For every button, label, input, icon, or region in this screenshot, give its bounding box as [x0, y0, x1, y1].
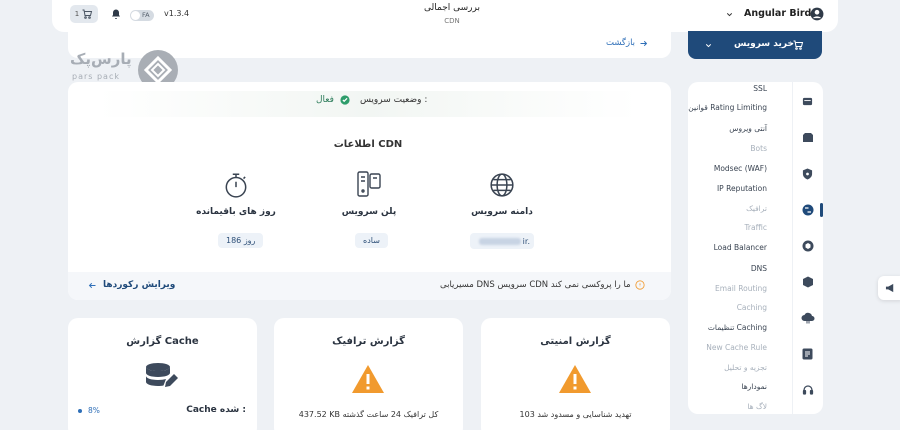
sidebar-item[interactable]: آنتی ویروس — [729, 124, 767, 133]
language-toggle[interactable]: FA — [130, 10, 154, 21]
database-icon — [144, 362, 180, 394]
sidebar-item[interactable]: تنظیمات Caching — [708, 323, 767, 332]
logo-text-en: pars pack — [72, 72, 120, 81]
sidebar-icon-load-balancer[interactable] — [802, 240, 814, 252]
sidebar-icon-dns[interactable] — [802, 276, 814, 288]
cart-button[interactable]: 1 — [70, 5, 98, 23]
edit-records-link[interactable]: ویرایش رکوردها — [88, 280, 175, 290]
sidebar-icon-security[interactable] — [802, 96, 813, 107]
domain-label: دامنه سرویس — [471, 207, 533, 217]
megaphone-icon — [885, 283, 894, 293]
cache-report-title: گزارش Cache — [126, 336, 199, 347]
days-label: روز های باقیمانده — [196, 207, 276, 217]
sidebar-icon-bots[interactable] — [802, 132, 814, 143]
sidebar-item: New Cache Rule — [706, 343, 767, 352]
sidebar-item: تجزیه و تحلیل — [724, 363, 767, 372]
warning-icon — [558, 364, 592, 394]
sidebar-icon-support[interactable] — [802, 384, 814, 396]
cache-bar-dot — [78, 409, 82, 413]
sidebar-item: Traffic — [744, 223, 767, 232]
chevron-down-icon — [726, 13, 733, 17]
globe-icon — [489, 172, 515, 198]
chevron-down-icon — [705, 44, 712, 48]
stopwatch-icon — [223, 171, 249, 199]
check-circle-icon — [340, 95, 350, 105]
sidebar-icon-analytics[interactable] — [802, 348, 813, 360]
sidebar-item[interactable]: نمودارها — [741, 382, 767, 391]
security-report-title: گزارش امنیتی — [540, 336, 611, 347]
user-avatar-icon — [810, 7, 824, 21]
days-value: 186 روز — [218, 233, 264, 248]
sidebar-item[interactable]: IP Reputation — [717, 184, 767, 193]
plan-icon — [356, 170, 382, 198]
cache-stat: Cache شده : 8% — [78, 405, 246, 417]
cart-count: 1 — [74, 10, 80, 18]
dns-proxy-notice: مسیریابی DNS سرویس CDN ما را پروکسی نمی … — [440, 280, 645, 290]
language-label: FA — [142, 11, 150, 19]
notice-text: مسیریابی DNS سرویس CDN ما را پروکسی نمی … — [440, 280, 631, 290]
toggle-knob — [131, 11, 140, 20]
traffic-report-text: 437.52 KB کل ترافیک 24 ساعت گذشته — [298, 410, 439, 419]
cache-stat-value: 8% — [88, 406, 100, 415]
version-label: v1.3.4 — [164, 9, 190, 18]
page-title: بررسی اجمالی — [424, 3, 480, 13]
arrow-right-icon — [640, 40, 648, 46]
logo-text-fa: پارس‌پک — [70, 50, 132, 68]
cart-plus-icon — [793, 40, 804, 50]
security-report-text: 103 تهدید شناسایی و مسدود شد — [519, 410, 632, 419]
notification-bell-icon[interactable] — [110, 8, 122, 21]
buy-service-label: خرید سرویس — [734, 39, 794, 49]
back-label: بازگشت — [606, 38, 636, 48]
buy-service-button[interactable]: خرید سرویس — [688, 31, 822, 59]
page-subtitle: CDN — [444, 17, 460, 25]
sidebar-item: Caching — [736, 303, 767, 312]
service-status: فعال وضعیت سرویس : — [316, 95, 427, 105]
cart-icon — [82, 9, 93, 19]
domain-blurred — [478, 237, 521, 245]
status-label: وضعیت سرویس : — [359, 95, 428, 105]
sidebar-icon-shield[interactable] — [802, 168, 813, 180]
sidebar-active-indicator — [820, 203, 823, 217]
status-value: فعال — [316, 95, 334, 105]
domain-value: ir. — [470, 233, 534, 249]
cache-stat-label: Cache شده : — [186, 405, 246, 415]
sidebar-item[interactable]: قوانین Rating Limiting — [688, 103, 767, 112]
plan-label: پلن سرویس — [341, 207, 397, 217]
warning-icon — [351, 364, 385, 394]
account-menu[interactable]: Angular Birds — [722, 6, 828, 24]
sidebar-item[interactable]: DNS — [751, 264, 767, 273]
traffic-report-title: گزارش ترافیک — [332, 336, 405, 347]
brand-name: Angular Birds — [744, 8, 817, 19]
sidebar-item: ترافیک — [746, 204, 767, 213]
sidebar-item: لاگ ها — [747, 402, 767, 411]
back-link[interactable]: بازگشت — [606, 38, 648, 48]
plan-value: ساده — [355, 233, 388, 248]
sidebar-item: Bots — [750, 144, 767, 153]
sidebar-icon-traffic[interactable] — [802, 204, 814, 216]
announcement-tab[interactable] — [878, 276, 900, 300]
cdn-info-title: اطلاعات CDN — [333, 139, 403, 150]
sidebar-item: Email Routing — [715, 284, 767, 293]
sidebar-icon-strip — [792, 82, 793, 414]
sidebar-item[interactable]: SSL — [753, 84, 767, 93]
sidebar-item[interactable]: Load Balancer — [714, 243, 767, 252]
sidebar-item[interactable]: Modsec (WAF) — [714, 164, 767, 173]
info-circle-icon — [635, 280, 645, 290]
domain-tld: ir. — [522, 236, 530, 246]
edit-records-label: ویرایش رکوردها — [103, 280, 176, 290]
sidebar-icon-caching[interactable] — [801, 312, 815, 324]
arrow-left-icon — [88, 282, 96, 288]
